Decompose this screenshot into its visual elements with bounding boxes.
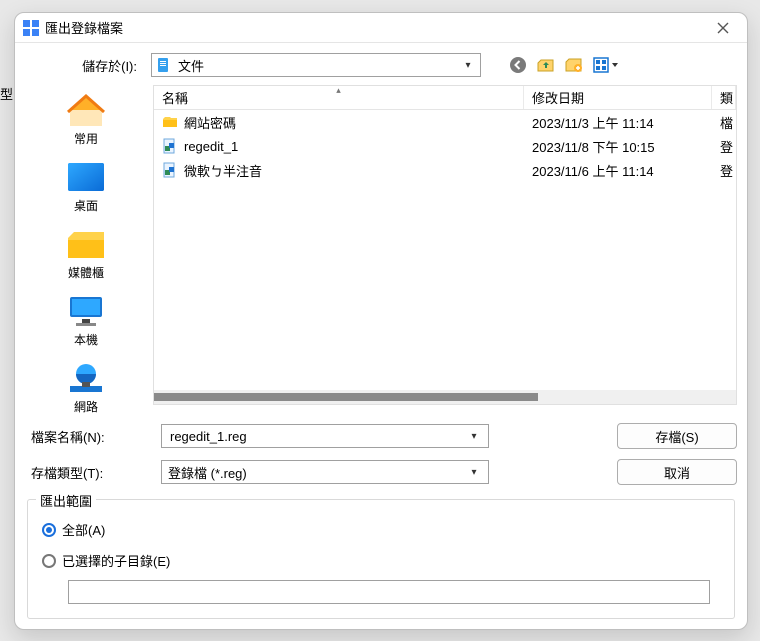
file-list[interactable]: 名稱 ▴ 修改日期 類 網站密碼 2023/11/3 上午 11:14檔 reged…: [153, 85, 737, 405]
file-type: 登: [712, 161, 736, 180]
chevron-down-icon[interactable]: ▾: [466, 467, 482, 478]
radio-selected-label: 已選擇的子目錄(E): [62, 551, 170, 570]
chevron-down-icon[interactable]: ▾: [466, 431, 482, 442]
up-one-level-icon[interactable]: [537, 56, 555, 74]
scrollbar-thumb[interactable]: [154, 393, 538, 401]
app-icon: [23, 20, 39, 36]
file-row[interactable]: 微軟ㄅ半注音 2023/11/6 上午 11:14登: [154, 158, 736, 182]
places-sidebar: 常用 桌面 媒體櫃: [25, 85, 147, 405]
sidebar-item-label: 本機: [74, 331, 98, 348]
file-name: regedit_1: [184, 139, 238, 154]
this-pc-icon: [64, 293, 108, 329]
reg-file-icon: [162, 162, 178, 178]
export-range-group: 匯出範圍 全部(A) 已選擇的子目錄(E): [27, 499, 735, 619]
filetype-value: 登錄檔 (*.reg): [168, 463, 466, 482]
radio-all-label: 全部(A): [62, 520, 105, 539]
save-in-label: 儲存於(I):: [25, 56, 143, 75]
chevron-down-icon: ▾: [460, 60, 476, 71]
filetype-combo[interactable]: 登錄檔 (*.reg) ▾: [161, 460, 489, 484]
sidebar-item-label: 桌面: [74, 197, 98, 214]
views-icon[interactable]: [593, 56, 619, 74]
column-type[interactable]: 類: [712, 86, 736, 109]
filetype-label: 存檔類型(T):: [25, 463, 143, 482]
file-row[interactable]: 網站密碼 2023/11/3 上午 11:14檔: [154, 110, 736, 134]
libraries-icon: [64, 226, 108, 262]
save-in-combo[interactable]: 文件 ▾: [151, 53, 481, 77]
filename-input[interactable]: ▾: [161, 424, 489, 448]
bg-partial-text: 型: [0, 84, 13, 103]
documents-folder-icon: [156, 57, 172, 73]
sidebar-item-label: 常用: [74, 130, 98, 147]
file-date: 2023/11/6 上午 11:14: [524, 161, 712, 180]
column-headers[interactable]: 名稱 ▴ 修改日期 類: [154, 86, 736, 110]
radio-unchecked-icon: [42, 554, 56, 568]
export-range-legend: 匯出範圍: [36, 491, 96, 510]
folder-icon: [162, 114, 178, 130]
radio-all[interactable]: 全部(A): [40, 514, 722, 545]
file-type: 檔: [712, 113, 736, 132]
column-date[interactable]: 修改日期: [524, 86, 712, 109]
new-folder-icon[interactable]: [565, 56, 583, 74]
network-icon: [64, 360, 108, 396]
sidebar-item-libraries[interactable]: 媒體櫃: [25, 223, 147, 284]
radio-checked-icon: [42, 523, 56, 537]
back-icon[interactable]: [509, 56, 527, 74]
dialog-title: 匯出登錄檔案: [45, 18, 705, 37]
sidebar-item-desktop[interactable]: 桌面: [25, 156, 147, 217]
sidebar-item-thispc[interactable]: 本機: [25, 290, 147, 351]
cancel-button[interactable]: 取消: [617, 459, 737, 485]
title-bar: 匯出登錄檔案: [15, 13, 747, 43]
horizontal-scrollbar[interactable]: [154, 390, 736, 404]
file-name: 微軟ㄅ半注音: [184, 161, 262, 180]
branch-path-input[interactable]: [68, 580, 710, 604]
export-registry-dialog: 匯出登錄檔案 儲存於(I): 文件 ▾: [14, 12, 748, 630]
save-button[interactable]: 存檔(S): [617, 423, 737, 449]
sidebar-item-recent[interactable]: 常用: [25, 89, 147, 150]
file-row[interactable]: regedit_1 2023/11/8 下午 10:15登: [154, 134, 736, 158]
file-date: 2023/11/8 下午 10:15: [524, 137, 712, 156]
desktop-icon: [64, 159, 108, 195]
close-button[interactable]: [705, 16, 741, 40]
file-date: 2023/11/3 上午 11:14: [524, 113, 712, 132]
radio-selected-branch[interactable]: 已選擇的子目錄(E): [40, 545, 722, 576]
file-name: 網站密碼: [184, 113, 236, 132]
filename-label: 檔案名稱(N):: [25, 427, 143, 446]
sort-ascending-icon: ▴: [336, 85, 341, 96]
home-icon: [64, 92, 108, 128]
reg-file-icon: [162, 138, 178, 154]
column-name[interactable]: 名稱 ▴: [154, 86, 524, 109]
filename-field[interactable]: [168, 428, 466, 445]
save-in-value: 文件: [178, 56, 454, 75]
file-type: 登: [712, 137, 736, 156]
sidebar-item-label: 媒體櫃: [68, 264, 104, 281]
